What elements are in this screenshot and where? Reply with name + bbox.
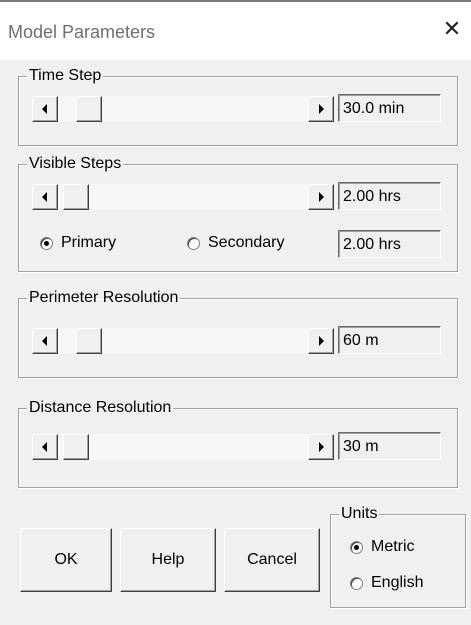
time-step-value: 30.0 min	[338, 94, 441, 122]
secondary-radio[interactable]: Secondary	[187, 234, 285, 252]
cancel-button[interactable]: Cancel	[224, 528, 320, 592]
metric-radio[interactable]: Metric	[350, 538, 415, 556]
perimeter-resolution-slider[interactable]	[32, 328, 334, 354]
units-group: Units	[330, 506, 466, 608]
radio-selected-icon	[350, 540, 363, 554]
distance-right-arrow-button[interactable]	[308, 434, 334, 460]
perimeter-resolution-label: Perimeter Resolution	[29, 289, 179, 306]
time-step-label: Time Step	[29, 67, 102, 84]
visible-steps-label: Visible Steps	[29, 155, 122, 172]
primary-radio-label: Primary	[61, 234, 117, 251]
visible-steps-slider[interactable]	[32, 184, 334, 210]
ok-button[interactable]: OK	[20, 528, 112, 592]
distance-resolution-label: Distance Resolution	[29, 399, 172, 416]
visible-steps-right-arrow-button[interactable]	[308, 184, 334, 210]
close-icon[interactable]: ✕	[439, 16, 465, 42]
time-step-left-arrow-button[interactable]	[32, 96, 58, 122]
arrow-left-icon	[42, 104, 47, 114]
arrow-right-icon	[319, 336, 324, 346]
window-title: Model Parameters	[8, 22, 156, 42]
secondary-radio-label: Secondary	[208, 234, 285, 251]
visible-steps-value: 2.00 hrs	[338, 182, 441, 210]
distance-resolution-value: 30 m	[338, 432, 441, 460]
visible-steps-slider-thumb[interactable]	[63, 184, 89, 210]
radio-unselected-icon	[350, 576, 363, 590]
english-radio-label: English	[371, 574, 424, 591]
perimeter-slider-thumb[interactable]	[76, 328, 102, 354]
arrow-right-icon	[319, 442, 324, 452]
visible-steps-left-arrow-button[interactable]	[32, 184, 58, 210]
metric-radio-label: Metric	[371, 538, 415, 555]
arrow-left-icon	[42, 442, 47, 452]
time-step-slider[interactable]	[32, 96, 334, 122]
perimeter-right-arrow-button[interactable]	[308, 328, 334, 354]
distance-slider-thumb[interactable]	[63, 434, 89, 460]
arrow-right-icon	[319, 192, 324, 202]
time-step-right-arrow-button[interactable]	[308, 96, 334, 122]
distance-left-arrow-button[interactable]	[32, 434, 58, 460]
arrow-right-icon	[319, 104, 324, 114]
time-step-slider-thumb[interactable]	[76, 96, 102, 122]
arrow-left-icon	[42, 192, 47, 202]
help-button[interactable]: Help	[120, 528, 216, 592]
perimeter-resolution-value: 60 m	[338, 326, 441, 354]
units-label: Units	[341, 505, 378, 522]
title-bar[interactable]: Model Parameters ✕	[0, 2, 471, 60]
english-radio[interactable]: English	[350, 574, 423, 592]
distance-resolution-slider[interactable]	[32, 434, 334, 460]
secondary-value: 2.00 hrs	[338, 230, 441, 258]
radio-unselected-icon	[187, 236, 200, 250]
radio-selected-icon	[40, 236, 53, 250]
dialog-body: Time Step 30.0 min Visible Steps 2.00 hr…	[0, 60, 471, 625]
arrow-left-icon	[42, 336, 47, 346]
primary-radio[interactable]: Primary	[40, 234, 116, 252]
perimeter-left-arrow-button[interactable]	[32, 328, 58, 354]
